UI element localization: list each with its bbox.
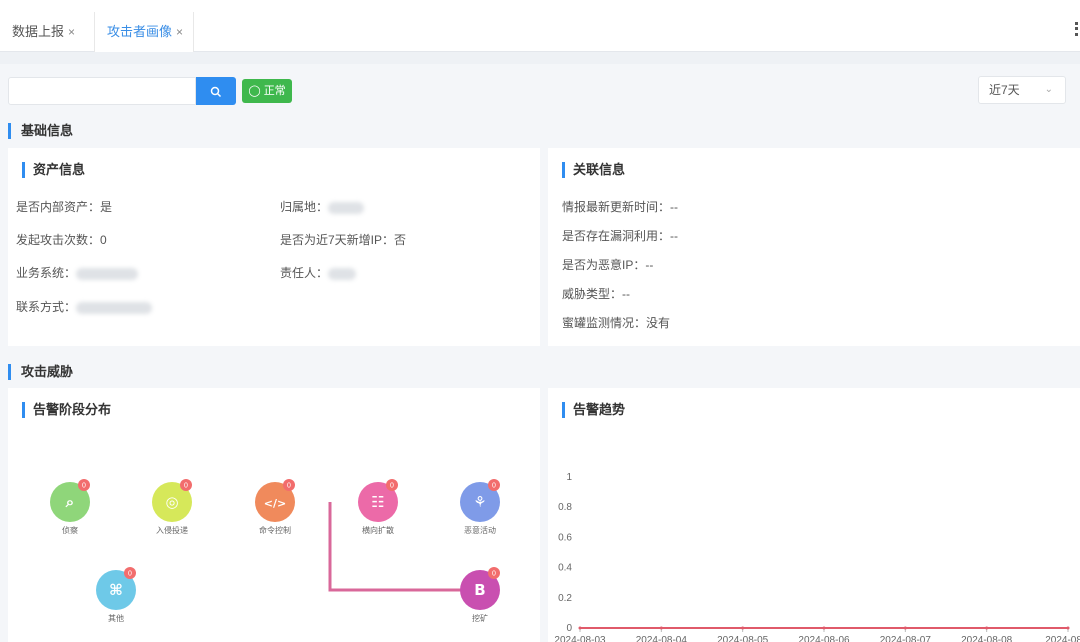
count-badge-text: 0: [184, 483, 188, 490]
time-range-select[interactable]: 近7天 ⌄: [978, 76, 1066, 104]
data-point: [822, 626, 826, 630]
redacted-value: [76, 301, 153, 314]
card-title: 告警趋势: [562, 402, 625, 418]
stage-node[interactable]: ◎ 0 入侵投递: [152, 479, 192, 535]
is-internal-field: 是否内部资产：是: [16, 200, 113, 214]
x-tick-label: 2024-08-03: [554, 635, 606, 642]
document-icon: ☷: [371, 493, 384, 511]
tab-label: 数据上报: [12, 24, 65, 39]
tab-label: 攻击者画像: [107, 24, 173, 39]
count-badge-text: 0: [82, 483, 86, 490]
new-ip-field: 是否为近7天新增IP：否: [280, 233, 407, 247]
status-icon: ◯: [248, 85, 261, 97]
count-badge-text: 0: [287, 483, 291, 490]
redacted-value: [76, 267, 139, 280]
alert-trend-card: 告警趋势 0 0.2 0.4 0.6 0.8 1 2024-08-03 2024-08-04 2…: [548, 388, 1080, 642]
target-icon: ◎: [165, 493, 178, 511]
tab-bar: 数据上报 × 攻击者画像 ×: [0, 0, 1080, 52]
data-point: [578, 626, 582, 630]
time-range-value: 近7天: [989, 83, 1020, 97]
close-icon[interactable]: ×: [68, 25, 75, 39]
stage-node-label: 恶意活动: [464, 525, 496, 535]
tab-attacker-profile[interactable]: 攻击者画像 ×: [94, 12, 195, 52]
alert-stage-card: 告警阶段分布 ⌕ 0 侦察 ◎ 0 入侵投递 </> 0 命令控制 ☷ 0 横向扩散 ⚘ 0 恶意活动 B 0 挖…: [8, 388, 540, 642]
attack-count-field: 发起攻击次数：0: [16, 233, 107, 247]
redacted-value: [328, 267, 357, 280]
code-icon: </>: [264, 497, 286, 510]
bug-icon: ⚘: [473, 493, 486, 511]
status-button[interactable]: ◯ 正常: [242, 79, 292, 103]
x-tick-label: 2024-08-06: [798, 635, 850, 642]
card-title: 关联信息: [562, 162, 625, 178]
owner-field: 责任人：: [280, 264, 357, 281]
redacted-value: [328, 201, 365, 214]
data-point: [985, 626, 989, 630]
intel-update-field: 情报最新更新时间：--: [562, 200, 679, 214]
stage-node[interactable]: B0 挖矿: [460, 567, 500, 623]
close-icon[interactable]: ×: [176, 25, 183, 39]
search-input[interactable]: [8, 77, 196, 105]
data-point: [1066, 626, 1070, 630]
x-tick-label: 2024-08-04: [636, 635, 688, 642]
stage-node[interactable]: ⌕ 0 侦察: [50, 479, 90, 535]
location-field: 归属地：: [280, 198, 365, 215]
stage-node[interactable]: ⚘ 0 恶意活动: [460, 479, 500, 535]
search-button[interactable]: [196, 77, 236, 105]
y-tick-label: 0.8: [558, 502, 572, 513]
data-point: [741, 626, 745, 630]
stage-node[interactable]: ☷ 0 横向扩散: [358, 479, 398, 535]
x-tick-label: 2024-08-05: [717, 635, 769, 642]
stage-node[interactable]: </>0 命令控制: [255, 479, 295, 535]
asset-info-card: 资产信息 是否内部资产：是 归属地： 发起攻击次数：0 是否为近7天新增IP：否…: [8, 148, 540, 346]
chevron-down-icon: ⌄: [1044, 84, 1053, 95]
search-icon: ⌕: [65, 493, 74, 511]
y-tick-label: 1: [566, 472, 572, 483]
search-icon: [210, 86, 222, 97]
bitcoin-icon: B: [474, 581, 485, 599]
count-badge-text: 0: [492, 571, 496, 578]
count-badge-text: 0: [492, 483, 496, 490]
related-info-card: 关联信息 情报最新更新时间：-- 是否存在漏洞利用：-- 是否为恶意IP：-- …: [548, 148, 1080, 346]
stage-node[interactable]: ⌘ 0 其他: [96, 567, 136, 623]
card-title: 资产信息: [22, 162, 85, 178]
stage-diagram: ⌕0侦察◎0入侵投递</>0命令控制☷0横向扩散⚘0恶意活动B0挖矿⌘0其他: [50, 479, 500, 623]
stage-node-label: 挖矿: [472, 613, 488, 623]
threat-type-field: 威胁类型：--: [562, 287, 631, 301]
y-tick-label: 0: [566, 623, 572, 634]
contact-field: 联系方式：: [16, 298, 153, 315]
data-point: [903, 626, 907, 630]
card-title: 告警阶段分布: [22, 402, 111, 418]
y-tick-label: 0.4: [558, 563, 572, 574]
x-tick-label: 2024-08-0: [1045, 635, 1080, 642]
stage-node-label: 入侵投递: [156, 525, 188, 535]
y-tick-label: 0.6: [558, 532, 572, 543]
status-label: 正常: [263, 85, 286, 97]
section-title-basic: 基础信息: [8, 123, 73, 139]
stage-node-label: 命令控制: [259, 525, 291, 535]
business-field: 业务系统：: [16, 264, 139, 281]
stage-node-label: 侦察: [62, 525, 78, 535]
section-title-attack: 攻击威胁: [8, 364, 73, 380]
x-tick-label: 2024-08-07: [880, 635, 932, 642]
data-point: [659, 626, 663, 630]
trend-chart: 0 0.2 0.4 0.6 0.8 1 2024-08-03 2024-08-04 2024-0…: [554, 472, 1080, 642]
count-badge-text: 0: [390, 483, 394, 490]
main-content: ◯ 正常 近7天 ⌄ 基础信息 资产信息 是否内部资产：是 归属地： 发起攻击次…: [0, 64, 1080, 642]
malicious-ip-field: 是否为恶意IP：--: [562, 258, 654, 272]
command-icon: ⌘: [109, 581, 123, 599]
vuln-field: 是否存在漏洞利用：--: [562, 229, 679, 243]
more-icon[interactable]: [1075, 22, 1078, 36]
x-tick-label: 2024-08-08: [961, 635, 1013, 642]
stage-link: [328, 502, 480, 592]
stage-node-label: 其他: [108, 613, 124, 623]
count-badge-text: 0: [128, 571, 132, 578]
y-tick-label: 0.2: [558, 593, 572, 604]
tab-data-report[interactable]: 数据上报 ×: [0, 12, 85, 52]
stage-node-label: 横向扩散: [362, 525, 394, 535]
honeypot-field: 蜜罐监测情况：没有: [562, 316, 671, 330]
